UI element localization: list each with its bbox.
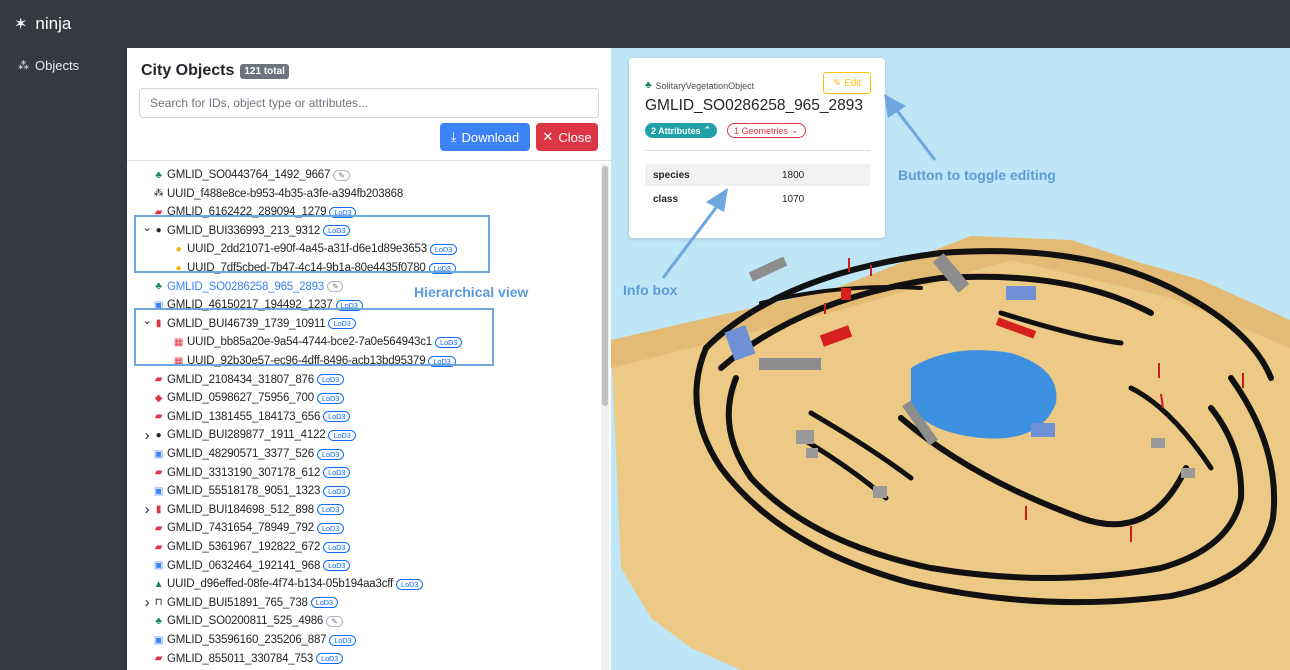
- arrow-group: [661, 107, 937, 279]
- annotation-arrows: [661, 94, 937, 279]
- edit-arrow-line: [893, 107, 937, 161]
- info-arrow-line: [661, 204, 720, 279]
- edit-arrow-head: [884, 94, 906, 118]
